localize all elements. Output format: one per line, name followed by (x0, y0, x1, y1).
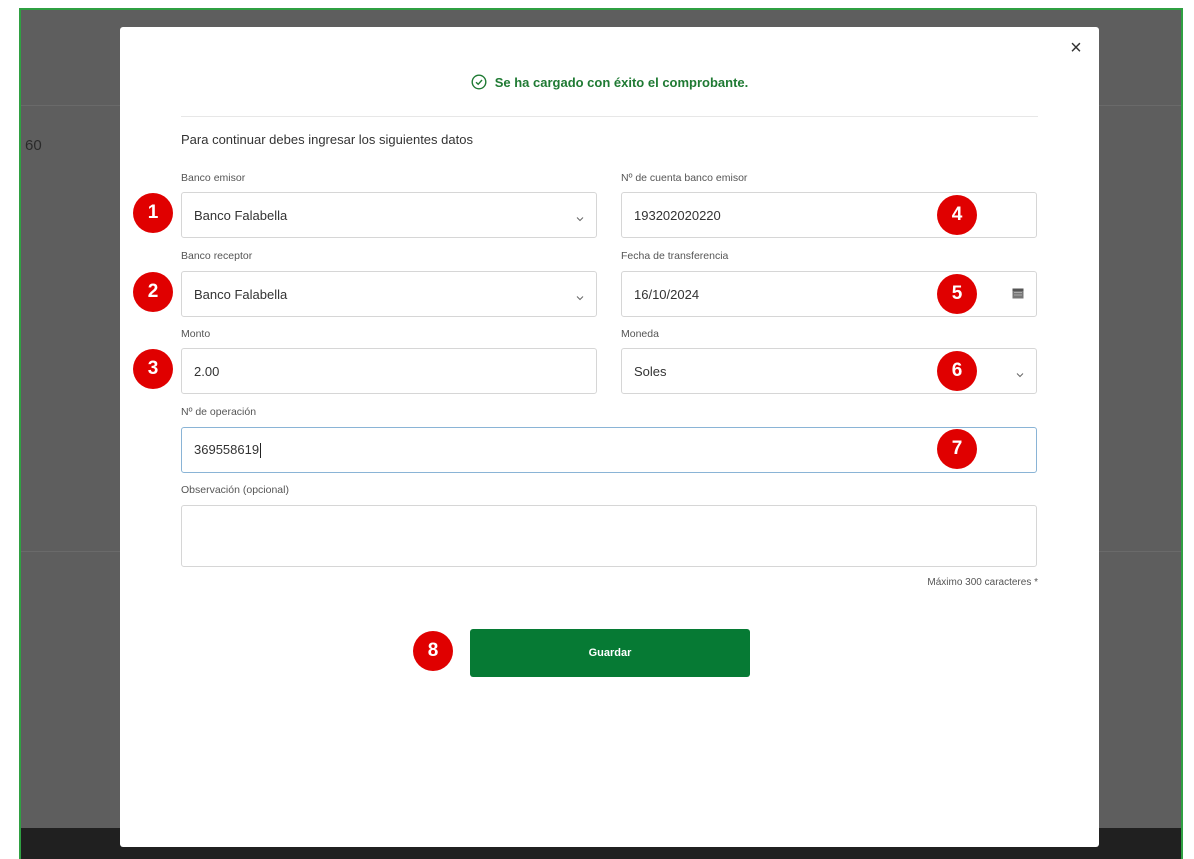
background-number: 60 (25, 137, 42, 154)
banco-receptor-label: Banco receptor (181, 250, 253, 262)
cuenta-emisor-label: Nº de cuenta banco emisor (621, 172, 748, 184)
annotation-badge-7: 7 (937, 429, 977, 469)
moneda-label: Moneda (621, 328, 659, 340)
observacion-textarea[interactable] (181, 505, 1037, 567)
text-cursor (260, 443, 262, 459)
monto-label: Monto (181, 328, 211, 340)
save-button[interactable]: Guardar (470, 629, 750, 677)
chevron-down-icon (576, 211, 584, 222)
success-text: Se ha cargado con éxito el comprobante. (494, 74, 749, 90)
chevron-down-icon (1016, 367, 1024, 378)
divider (181, 116, 1038, 117)
annotation-badge-2: 2 (133, 272, 173, 312)
fecha-label: Fecha de transferencia (621, 250, 729, 262)
annotation-badge-1: 1 (133, 193, 173, 233)
form-instruction: Para continuar debes ingresar los siguie… (181, 132, 473, 147)
annotation-badge-4: 4 (937, 195, 977, 235)
operacion-value: 369558619 (194, 441, 262, 459)
annotation-badge-8: 8 (413, 631, 453, 671)
success-message: Se ha cargado con éxito el comprobante. (120, 74, 1099, 90)
calendar-icon[interactable] (1012, 287, 1024, 299)
banco-emisor-label: Banco emisor (181, 172, 246, 184)
monto-input[interactable]: 2.00 (181, 348, 597, 394)
banco-receptor-select[interactable]: Banco Falabella (181, 271, 597, 317)
banco-emisor-select[interactable]: Banco Falabella (181, 192, 597, 238)
check-circle-icon (471, 74, 487, 90)
operacion-input[interactable]: 369558619 (181, 427, 1037, 473)
char-limit-note: Máximo 300 caracteres * (927, 577, 1038, 588)
operacion-label: Nº de operación (181, 406, 257, 418)
banco-emisor-value: Banco Falabella (194, 207, 288, 223)
chevron-down-icon (576, 290, 584, 301)
annotation-badge-6: 6 (937, 351, 977, 391)
close-button[interactable]: × (1065, 37, 1087, 59)
annotation-badge-3: 3 (133, 349, 173, 389)
annotation-badge-5: 5 (937, 274, 977, 314)
monto-value: 2.00 (194, 363, 220, 379)
banco-receptor-value: Banco Falabella (194, 286, 288, 302)
observacion-label: Observación (opcional) (181, 484, 289, 496)
